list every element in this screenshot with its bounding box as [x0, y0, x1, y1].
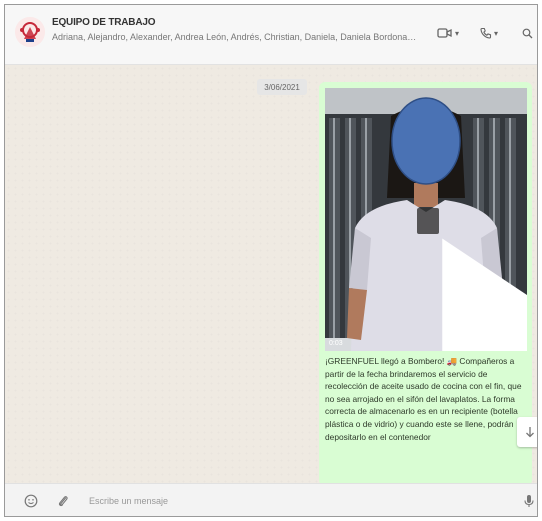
video-call-button[interactable]: ▾	[437, 23, 459, 43]
chevron-down-icon: ▾	[455, 28, 460, 38]
date-chip: 3/06/2021	[257, 79, 307, 95]
message-composer	[5, 483, 537, 516]
search-button[interactable]	[522, 23, 533, 43]
paperclip-icon	[58, 496, 68, 507]
emoji-icon	[24, 494, 38, 508]
play-icon	[442, 238, 527, 351]
emoji-button[interactable]	[23, 493, 39, 509]
message-input[interactable]	[85, 490, 497, 512]
video-thumbnail[interactable]: 0:03	[325, 88, 527, 351]
chat-header[interactable]: EQUIPO DE TRABAJO Adriana, Alejandro, Al…	[5, 5, 537, 65]
video-duration: 0:03	[329, 340, 343, 347]
message-text: ¡GREENFUEL llegó a Bombero! 🚚 Compañeros…	[325, 356, 522, 442]
scroll-to-bottom-button[interactable]	[517, 417, 537, 447]
phone-icon	[480, 27, 492, 39]
search-icon	[522, 28, 533, 38]
message-bubble[interactable]: 0:03 ¡GREENFUEL llegó a Bombero! 🚚 Compa…	[319, 82, 532, 486]
group-logo-icon[interactable]	[15, 17, 45, 47]
microphone-icon	[524, 495, 534, 507]
video-camera-icon	[437, 28, 452, 38]
message-list[interactable]: 3/06/2021 0:03 ¡GREENFUEL llegó a Bomber…	[5, 65, 537, 486]
arrow-down-icon	[526, 427, 534, 438]
chat-window: EQUIPO DE TRABAJO Adriana, Alejandro, Al…	[4, 4, 538, 517]
voice-message-button[interactable]	[521, 493, 537, 509]
chevron-down-icon: ▾	[494, 28, 499, 38]
voice-call-button[interactable]: ▾	[480, 23, 498, 43]
group-name[interactable]: EQUIPO DE TRABAJO	[52, 17, 155, 28]
play-button[interactable]	[417, 208, 527, 351]
group-members[interactable]: Adriana, Alejandro, Alexander, Andrea Le…	[52, 32, 417, 42]
attach-button[interactable]	[55, 493, 71, 509]
